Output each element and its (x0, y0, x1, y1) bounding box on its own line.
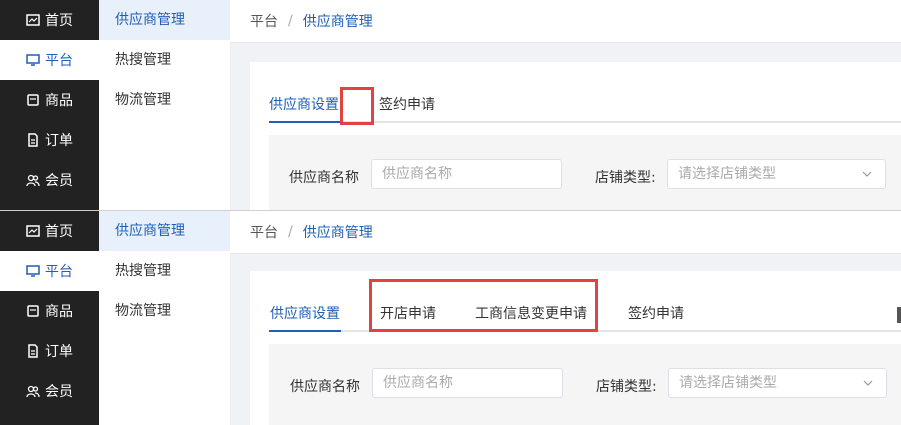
shop-type-label: 店铺类型: (596, 379, 657, 395)
sidebar-item-products[interactable]: 商品 (0, 80, 99, 120)
user-group-icon (26, 173, 40, 187)
filter-area: 供应商名称 供应商名称 店铺类型: 请选择店铺类型 (269, 344, 901, 425)
sidebar-item-label: 会员 (45, 173, 73, 189)
shop-type-select[interactable]: 请选择店铺类型 (667, 159, 886, 189)
shop-type-placeholder: 请选择店铺类型 (679, 375, 777, 391)
chevron-down-icon (863, 380, 873, 386)
active-tab-indicator (269, 121, 340, 123)
screenshot-after: 首页 平台 商品 订单 会员 供应商管理 热搜管理 物流管理 平台 / 供应商管… (0, 210, 901, 425)
submenu-item-hot-search[interactable]: 热搜管理 (99, 40, 230, 80)
sidebar-item-orders[interactable]: 订单 (0, 331, 99, 371)
platform-submenu: 供应商管理 热搜管理 物流管理 (99, 211, 231, 425)
tab-supplier-settings[interactable]: 供应商设置 (269, 94, 339, 114)
submenu-item-logistics[interactable]: 物流管理 (99, 80, 230, 120)
breadcrumb-root[interactable]: 平台 (250, 222, 278, 242)
sidebar-item-members[interactable]: 会员 (0, 371, 99, 411)
sidebar-item-home[interactable]: 首页 (0, 0, 99, 40)
monitor-icon (26, 53, 40, 67)
monitor-icon (26, 264, 40, 278)
dashboard-icon (26, 224, 40, 238)
sidebar-item-label: 会员 (45, 384, 73, 400)
document-icon (26, 133, 40, 147)
platform-submenu: 供应商管理 热搜管理 物流管理 (99, 0, 231, 210)
dashboard-icon (26, 13, 40, 27)
supplier-name-input[interactable]: 供应商名称 (372, 368, 563, 398)
breadcrumb-root[interactable]: 平台 (250, 11, 278, 31)
shop-type-placeholder: 请选择店铺类型 (678, 166, 776, 182)
breadcrumb-current: 供应商管理 (302, 225, 373, 241)
breadcrumb-separator: / (288, 13, 293, 29)
tab-contract-application[interactable]: 签约申请 (628, 303, 684, 323)
sidebar-item-platform[interactable]: 平台 (0, 251, 99, 291)
product-icon (26, 93, 40, 107)
product-icon (26, 304, 40, 318)
filter-area: 供应商名称 供应商名称 店铺类型: 请选择店铺类型 (269, 135, 901, 210)
sidebar-item-label: 平台 (45, 264, 73, 280)
sidebar-item-label: 平台 (45, 53, 73, 69)
sidebar-item-label: 首页 (45, 13, 73, 29)
breadcrumb: 平台 / 供应商管理 (230, 0, 901, 43)
sidebar-item-platform[interactable]: 平台 (0, 40, 99, 80)
chevron-down-icon (862, 171, 872, 177)
sidebar-item-home[interactable]: 首页 (0, 211, 99, 251)
submenu-item-hot-search[interactable]: 热搜管理 (99, 251, 230, 291)
sidebar-item-label: 首页 (45, 224, 73, 240)
sidebar-item-label: 商品 (45, 304, 73, 320)
active-tab-indicator (269, 330, 341, 332)
sidebar-item-members[interactable]: 会员 (0, 160, 99, 200)
sidebar-item-products[interactable]: 商品 (0, 291, 99, 331)
shop-type-select[interactable]: 请选择店铺类型 (668, 368, 887, 398)
shop-type-label: 店铺类型: (595, 170, 656, 186)
clipped-element (897, 307, 901, 323)
sidebar-item-label: 商品 (45, 93, 73, 109)
submenu-item-supplier[interactable]: 供应商管理 (99, 0, 230, 40)
highlight-box (369, 279, 598, 332)
content-card: 供应商设置 签约申请 供应商名称 供应商名称 店铺类型: 请选择店铺类型 (250, 62, 901, 210)
breadcrumb-current: 供应商管理 (302, 14, 373, 30)
main-sidebar: 首页 平台 商品 订单 会员 (0, 0, 99, 210)
document-icon (26, 344, 40, 358)
screenshot-before: 首页 平台 商品 订单 会员 供应商管理 热搜管理 物流管理 平台 / 供应商管… (0, 0, 901, 210)
breadcrumb-separator: / (288, 224, 293, 240)
tab-contract-application[interactable]: 签约申请 (379, 94, 435, 114)
tab-supplier-settings[interactable]: 供应商设置 (270, 303, 340, 323)
supplier-name-label: 供应商名称 (289, 170, 359, 186)
supplier-name-label: 供应商名称 (290, 379, 360, 395)
sidebar-item-orders[interactable]: 订单 (0, 120, 99, 160)
breadcrumb: 平台 / 供应商管理 (230, 211, 901, 254)
sidebar-item-label: 订单 (45, 344, 73, 360)
submenu-item-logistics[interactable]: 物流管理 (99, 291, 230, 331)
supplier-name-input[interactable]: 供应商名称 (371, 159, 562, 189)
main-sidebar: 首页 平台 商品 订单 会员 (0, 211, 99, 425)
user-group-icon (26, 384, 40, 398)
sidebar-item-label: 订单 (45, 133, 73, 149)
highlight-box (340, 87, 374, 125)
submenu-item-supplier[interactable]: 供应商管理 (99, 211, 230, 251)
